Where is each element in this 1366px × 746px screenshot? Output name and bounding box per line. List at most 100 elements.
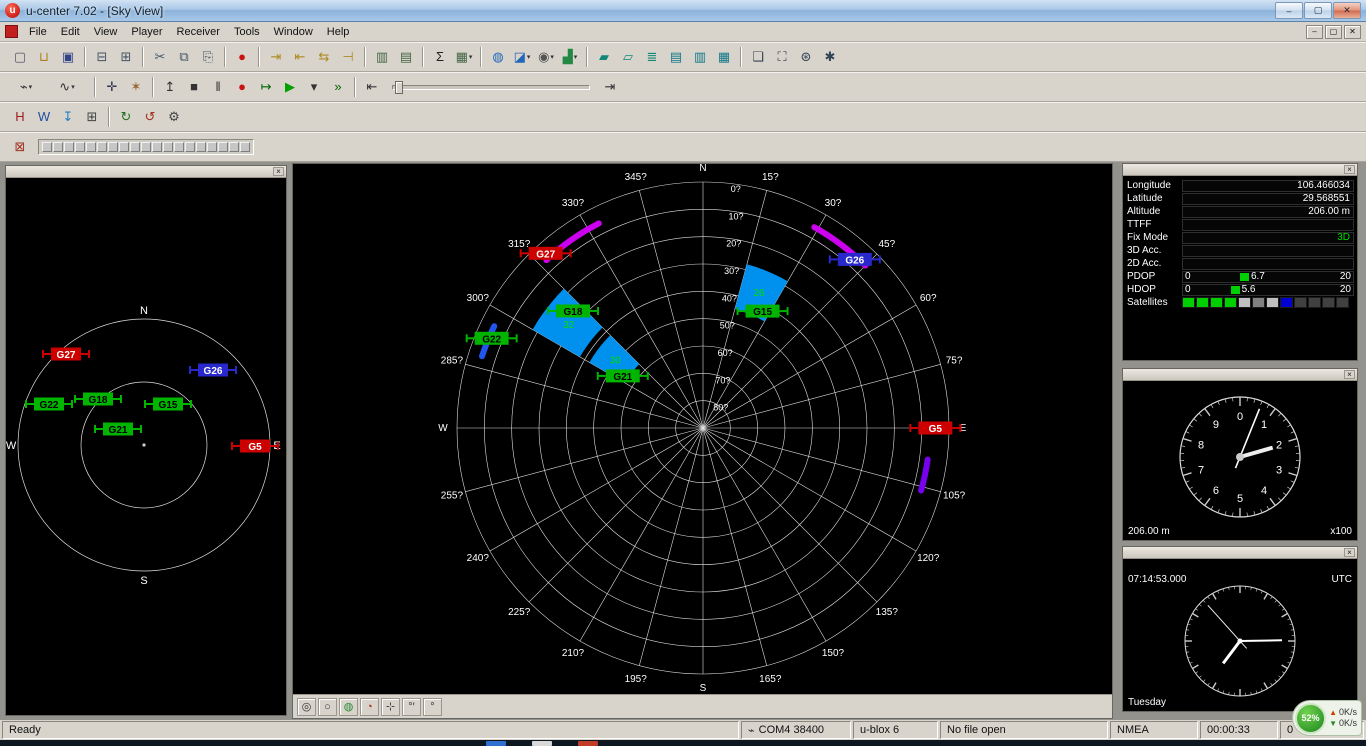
record-log-button[interactable]: ● [230, 76, 254, 98]
menu-help[interactable]: Help [320, 24, 357, 40]
message-toggle-box[interactable] [86, 142, 96, 152]
message-toggle-box[interactable] [53, 142, 63, 152]
binary-console-button[interactable]: ▱ [616, 46, 640, 68]
cut-button[interactable]: ✂ [148, 46, 172, 68]
baudrate-menu[interactable]: ∿▾ [44, 76, 90, 98]
menu-window[interactable]: Window [267, 24, 320, 40]
menu-tools[interactable]: Tools [227, 24, 267, 40]
pie-view-button[interactable]: ◔ [360, 698, 379, 716]
table-horizontal-button[interactable]: ▥ [370, 46, 394, 68]
jump-to-end-button[interactable]: ⇥ [598, 76, 622, 98]
histogram-menu-button[interactable]: ▟▾ [558, 46, 582, 68]
print-button[interactable]: ⊟ [90, 46, 114, 68]
message-toggle-box[interactable] [119, 142, 129, 152]
message-toggle-box[interactable] [152, 142, 162, 152]
message-toggle-box[interactable] [108, 142, 118, 152]
menu-receiver[interactable]: Receiver [170, 24, 227, 40]
docking-windows-button[interactable]: ❏ [746, 46, 770, 68]
new-file-button[interactable]: ▢ [8, 46, 32, 68]
packet-console-button[interactable]: ▰ [592, 46, 616, 68]
play-options-dropdown[interactable]: ▾ [302, 76, 326, 98]
minimize-button[interactable]: – [1275, 2, 1303, 19]
center-view-button[interactable]: ◎ [297, 698, 316, 716]
menu-file[interactable]: File [22, 24, 54, 40]
message-inout-button[interactable]: ⇆ [312, 46, 336, 68]
close-button[interactable]: ✕ [1333, 2, 1361, 19]
connection-port-menu[interactable]: ⌁▾ [8, 76, 44, 98]
statistics-button[interactable]: Σ [428, 46, 452, 68]
menu-edit[interactable]: Edit [54, 24, 87, 40]
save-file-button[interactable]: ▣ [56, 46, 80, 68]
distance-tool-button[interactable]: ✛ [100, 76, 124, 98]
usage-badge[interactable]: 52% [1295, 703, 1326, 734]
fast-forward-button[interactable]: » [326, 76, 350, 98]
send-config-button[interactable]: ↻ [114, 106, 138, 128]
text-console-button[interactable]: ≣ [640, 46, 664, 68]
fullscreen-button[interactable]: ⛶ [770, 46, 794, 68]
message-toggle-box[interactable] [240, 142, 250, 152]
message-in-button[interactable]: ⇥ [264, 46, 288, 68]
mdi-restore-button[interactable]: ▢ [1325, 25, 1342, 39]
outline-view-button[interactable]: ○ [318, 698, 337, 716]
mdi-minimize-button[interactable]: – [1306, 25, 1323, 39]
message-pause-button[interactable]: ⊣ [336, 46, 360, 68]
jump-to-start-button[interactable]: ⇤ [360, 76, 384, 98]
message-toggle-box[interactable] [97, 142, 107, 152]
config-gear-button[interactable]: ⚙ [162, 106, 186, 128]
message-toggle-box[interactable] [229, 142, 239, 152]
table-menu-button[interactable]: ▦▾ [452, 46, 476, 68]
pan-view-button[interactable]: ⊹ [381, 698, 400, 716]
message-toggle-box[interactable] [141, 142, 151, 152]
assist-now-button[interactable]: ⊞ [80, 106, 104, 128]
units-degrees-button[interactable]: ° [423, 698, 442, 716]
message-toggle-box[interactable] [130, 142, 140, 152]
configuration-view-button[interactable]: ▥ [688, 46, 712, 68]
playback-position-slider[interactable] [392, 85, 590, 90]
options-button[interactable]: ⊛ [794, 46, 818, 68]
message-toggle-box[interactable] [64, 142, 74, 152]
message-out-button[interactable]: ⇤ [288, 46, 312, 68]
stop-button[interactable]: ■ [182, 76, 206, 98]
message-toggle-box[interactable] [75, 142, 85, 152]
close-panel-button[interactable]: × [1344, 370, 1355, 379]
chart-menu-button[interactable]: ◪▾ [510, 46, 534, 68]
menu-player[interactable]: Player [124, 24, 169, 40]
message-toggle-box[interactable] [196, 142, 206, 152]
hot-start-button[interactable]: H [8, 106, 32, 128]
poll-config-button[interactable]: ↺ [138, 106, 162, 128]
clear-tool-button[interactable]: ✶ [124, 76, 148, 98]
close-panel-button[interactable]: × [1344, 165, 1355, 174]
cold-start-button[interactable]: ↧ [56, 106, 80, 128]
paste-button[interactable]: ⎘ [196, 46, 220, 68]
record-button[interactable]: ● [230, 46, 254, 68]
play-button[interactable]: ▶ [278, 76, 302, 98]
slider-thumb[interactable] [395, 81, 403, 94]
message-toggle-box[interactable] [185, 142, 195, 152]
print-preview-button[interactable]: ⊞ [114, 46, 138, 68]
restore-button[interactable]: ▢ [1304, 2, 1332, 19]
messages-view-button[interactable]: ▤ [664, 46, 688, 68]
menu-view[interactable]: View [87, 24, 125, 40]
pause-button[interactable]: ‖ [206, 76, 230, 98]
camera-menu-button[interactable]: ◉▾ [534, 46, 558, 68]
message-filter-button[interactable]: ⊠ [8, 136, 32, 158]
table-vertical-button[interactable]: ▤ [394, 46, 418, 68]
step-forward-button[interactable]: ↦ [254, 76, 278, 98]
mdi-close-button[interactable]: ✕ [1344, 25, 1361, 39]
open-file-button[interactable]: ⊔ [32, 46, 56, 68]
message-toggle-box[interactable] [207, 142, 217, 152]
message-toggle-box[interactable] [174, 142, 184, 152]
message-toggle-box[interactable] [163, 142, 173, 152]
about-button[interactable]: ✱ [818, 46, 842, 68]
warm-start-button[interactable]: W [32, 106, 56, 128]
message-toggle-box[interactable] [42, 142, 52, 152]
units-minutes-button[interactable]: °′ [402, 698, 421, 716]
earth-view-button[interactable]: ◍ [339, 698, 358, 716]
eject-button[interactable]: ↥ [158, 76, 182, 98]
copy-button[interactable]: ⧉ [172, 46, 196, 68]
child-window-icon[interactable] [5, 25, 18, 38]
world-map-button[interactable]: ◍ [486, 46, 510, 68]
close-panel-button[interactable]: × [1344, 548, 1355, 557]
statistic-view-button[interactable]: ▦ [712, 46, 736, 68]
close-panel-button[interactable]: × [273, 167, 284, 176]
